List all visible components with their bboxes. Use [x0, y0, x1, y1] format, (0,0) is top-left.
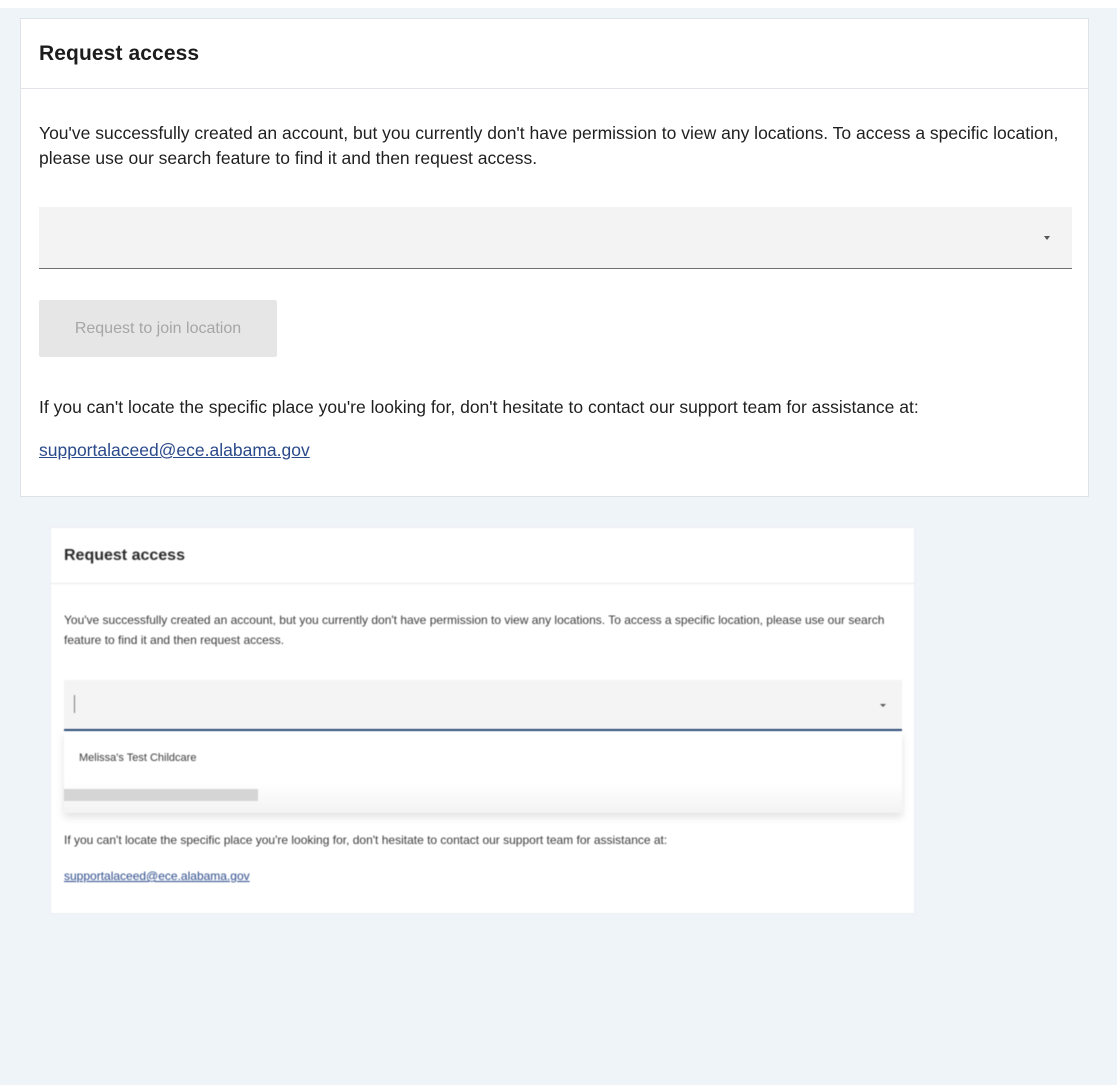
chevron-down-icon[interactable]: [880, 704, 886, 707]
help-text: If you can't locate the specific place y…: [39, 397, 919, 417]
panel-title: Request access: [64, 546, 185, 564]
dropdown-option[interactable]: Melissa's Test Childcare: [79, 752, 196, 764]
location-search-select[interactable]: [64, 680, 902, 731]
panel-description: You've successfully created an account, …: [39, 123, 1059, 168]
panel-description: You've successfully created an account, …: [64, 613, 885, 647]
support-email-link[interactable]: supportalaceed@ece.alabama.gov: [64, 869, 250, 883]
location-search-select[interactable]: [39, 207, 1072, 269]
top-strip: [0, 0, 1117, 8]
request-join-location-button[interactable]: Request to join location: [39, 300, 277, 357]
panel-header: Request access: [51, 528, 914, 584]
text-cursor: [74, 695, 75, 713]
chevron-down-icon[interactable]: [1044, 236, 1050, 240]
request-access-panel: Request access You've successfully creat…: [20, 18, 1089, 497]
request-access-panel-dropdown-open: Request access You've successfully creat…: [50, 527, 915, 914]
help-text: If you can't locate the specific place y…: [64, 833, 668, 847]
obscured-button: [64, 789, 258, 801]
panel-header: Request access: [21, 19, 1088, 89]
panel-title: Request access: [39, 41, 200, 65]
support-email-link[interactable]: supportalaceed@ece.alabama.gov: [39, 440, 310, 461]
